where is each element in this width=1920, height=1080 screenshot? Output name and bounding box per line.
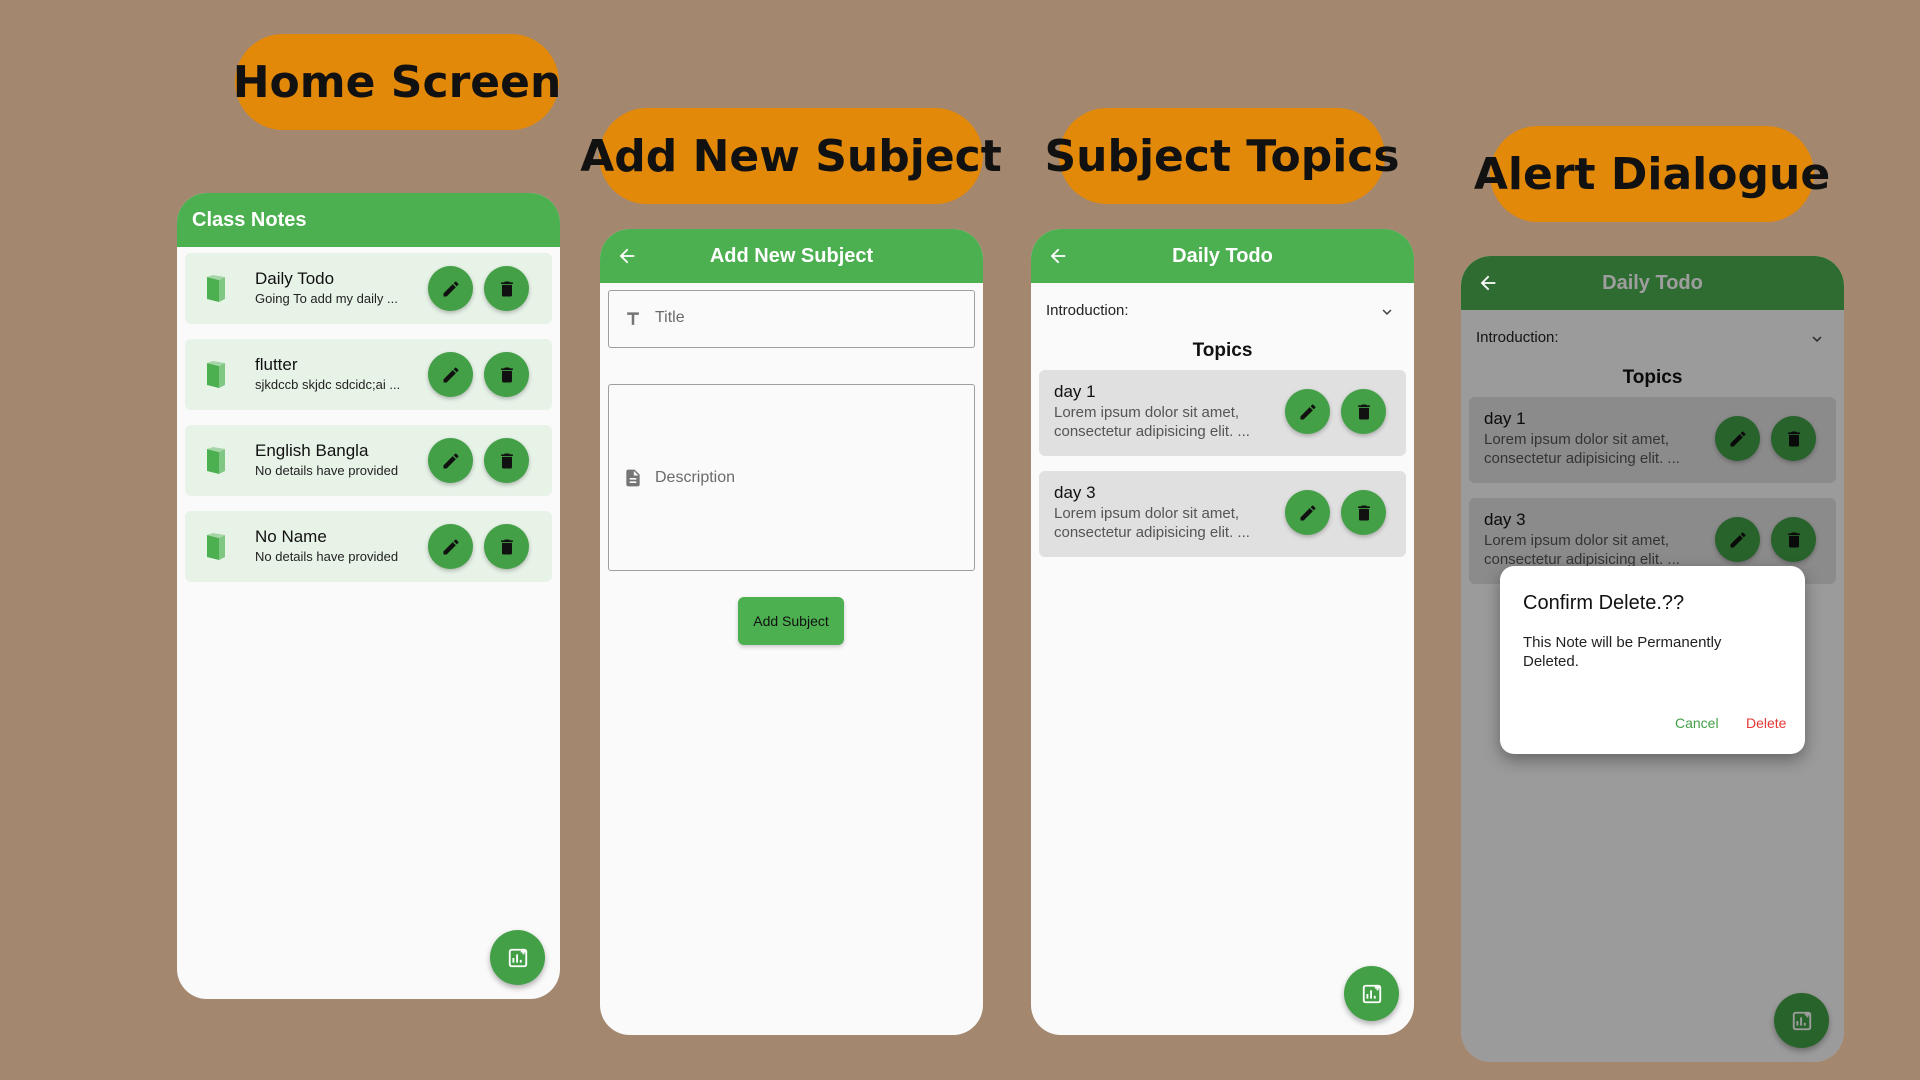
delete-icon: [1357, 404, 1370, 419]
topic-title: day 1: [1054, 382, 1096, 401]
edit-icon: [443, 366, 459, 382]
edit-button[interactable]: [1285, 490, 1330, 535]
book-icon: [205, 275, 227, 303]
description-placeholder: Description: [655, 469, 736, 486]
appbar: Daily Todo: [1031, 229, 1414, 283]
delete-icon: [500, 367, 513, 382]
description-icon: [623, 468, 643, 488]
edit-button[interactable]: [428, 266, 473, 311]
back-button[interactable]: [1477, 272, 1499, 294]
dialog-body: This Note will be Permanently Deleted.: [1523, 634, 1722, 670]
delete-button[interactable]: [484, 266, 529, 311]
edit-icon: [1300, 504, 1316, 520]
edit-button[interactable]: [428, 524, 473, 569]
note-title: Daily Todo: [255, 269, 335, 288]
appbar: Class Notes: [177, 193, 560, 247]
topic-body: Lorem ipsum dolor sit amet, consectetur …: [1054, 505, 1250, 541]
edit-icon: [443, 452, 459, 468]
alert-dialog-screen: Daily Todo Introduction: Topics day 1 Lo…: [1461, 256, 1844, 1062]
home-screen: Class Notes Daily Todo Going To add my d…: [177, 193, 560, 999]
label-home-screen: Home Screen: [233, 34, 561, 130]
delete-icon: [500, 539, 513, 554]
appbar-title: Add New Subject: [709, 244, 874, 267]
delete-icon: [500, 453, 513, 468]
note-subtitle: Going To add my daily ...: [255, 291, 398, 306]
back-button[interactable]: [616, 245, 638, 267]
delete-icon: [1357, 505, 1370, 520]
note-subtitle: sjkdccb skjdc sdcidc;ai ...: [255, 377, 401, 392]
back-arrow-icon: [1050, 248, 1066, 264]
note-title: flutter: [255, 355, 298, 374]
add-note-icon: [1362, 984, 1381, 1003]
back-button[interactable]: [1047, 245, 1069, 267]
topic-title: day 3: [1054, 483, 1096, 502]
appbar-title: Daily Todo: [1172, 244, 1273, 267]
add-subject-button[interactable]: Add Subject: [738, 597, 844, 645]
title-placeholder: Title: [655, 309, 685, 326]
add-topic-fab[interactable]: [1344, 966, 1399, 1021]
appbar-title: Class Notes: [192, 208, 307, 231]
topics-heading: Topics: [1192, 340, 1253, 361]
add-note-fab[interactable]: [490, 930, 545, 985]
edit-icon: [1300, 403, 1316, 419]
title-icon: [623, 309, 643, 329]
note-card[interactable]: English Bangla No details have provided: [185, 425, 552, 496]
note-title: English Bangla: [255, 441, 369, 460]
note-card[interactable]: Daily Todo Going To add my daily ...: [185, 253, 552, 324]
delete-icon: [500, 281, 513, 296]
edit-icon: [443, 280, 459, 296]
book-icon: [205, 447, 227, 475]
edit-button[interactable]: [1285, 389, 1330, 434]
back-arrow-icon: [619, 248, 635, 264]
delete-button[interactable]: [484, 438, 529, 483]
note-title: No Name: [255, 527, 327, 546]
cancel-button[interactable]: Cancel: [1675, 715, 1719, 731]
back-arrow-icon: [1480, 275, 1496, 291]
topic-body: Lorem ipsum dolor sit amet, consectetur …: [1054, 404, 1250, 440]
confirm-delete-dialog: Confirm Delete.?? This Note will be Perm…: [1500, 566, 1805, 754]
edit-button[interactable]: [428, 438, 473, 483]
appbar: Add New Subject: [600, 229, 983, 283]
book-icon: [205, 533, 227, 561]
edit-icon: [443, 538, 459, 554]
note-card[interactable]: No Name No details have provided: [185, 511, 552, 582]
introduction-label[interactable]: Introduction:: [1046, 302, 1129, 319]
delete-button[interactable]: [1341, 389, 1386, 434]
label-add-new-subject: Add New Subject: [580, 108, 1002, 204]
delete-confirm-button[interactable]: Delete: [1746, 715, 1786, 731]
chevron-down-icon[interactable]: [1378, 303, 1396, 321]
label-subject-topics: Subject Topics: [1044, 108, 1400, 204]
delete-button[interactable]: [1341, 490, 1386, 535]
title-field[interactable]: Title: [608, 290, 975, 348]
edit-button[interactable]: [428, 352, 473, 397]
description-field[interactable]: Description: [608, 384, 975, 571]
delete-button[interactable]: [484, 352, 529, 397]
book-icon: [205, 361, 227, 389]
note-subtitle: No details have provided: [255, 549, 399, 564]
topic-card[interactable]: day 3 Lorem ipsum dolor sit amet, consec…: [1039, 471, 1406, 557]
topic-card[interactable]: day 1 Lorem ipsum dolor sit amet, consec…: [1039, 370, 1406, 456]
topics-screen: Daily Todo Introduction: Topics day 1 Lo…: [1031, 229, 1414, 1035]
dialog-title: Confirm Delete.??: [1523, 592, 1685, 614]
note-subtitle: No details have provided: [255, 463, 399, 478]
add-subject-screen: Add New Subject Title Description Add Su…: [600, 229, 983, 1035]
add-note-icon: [508, 948, 527, 967]
label-alert-dialogue: Alert Dialogue: [1474, 126, 1830, 222]
delete-button[interactable]: [484, 524, 529, 569]
note-card[interactable]: flutter sjkdccb skjdc sdcidc;ai ...: [185, 339, 552, 410]
